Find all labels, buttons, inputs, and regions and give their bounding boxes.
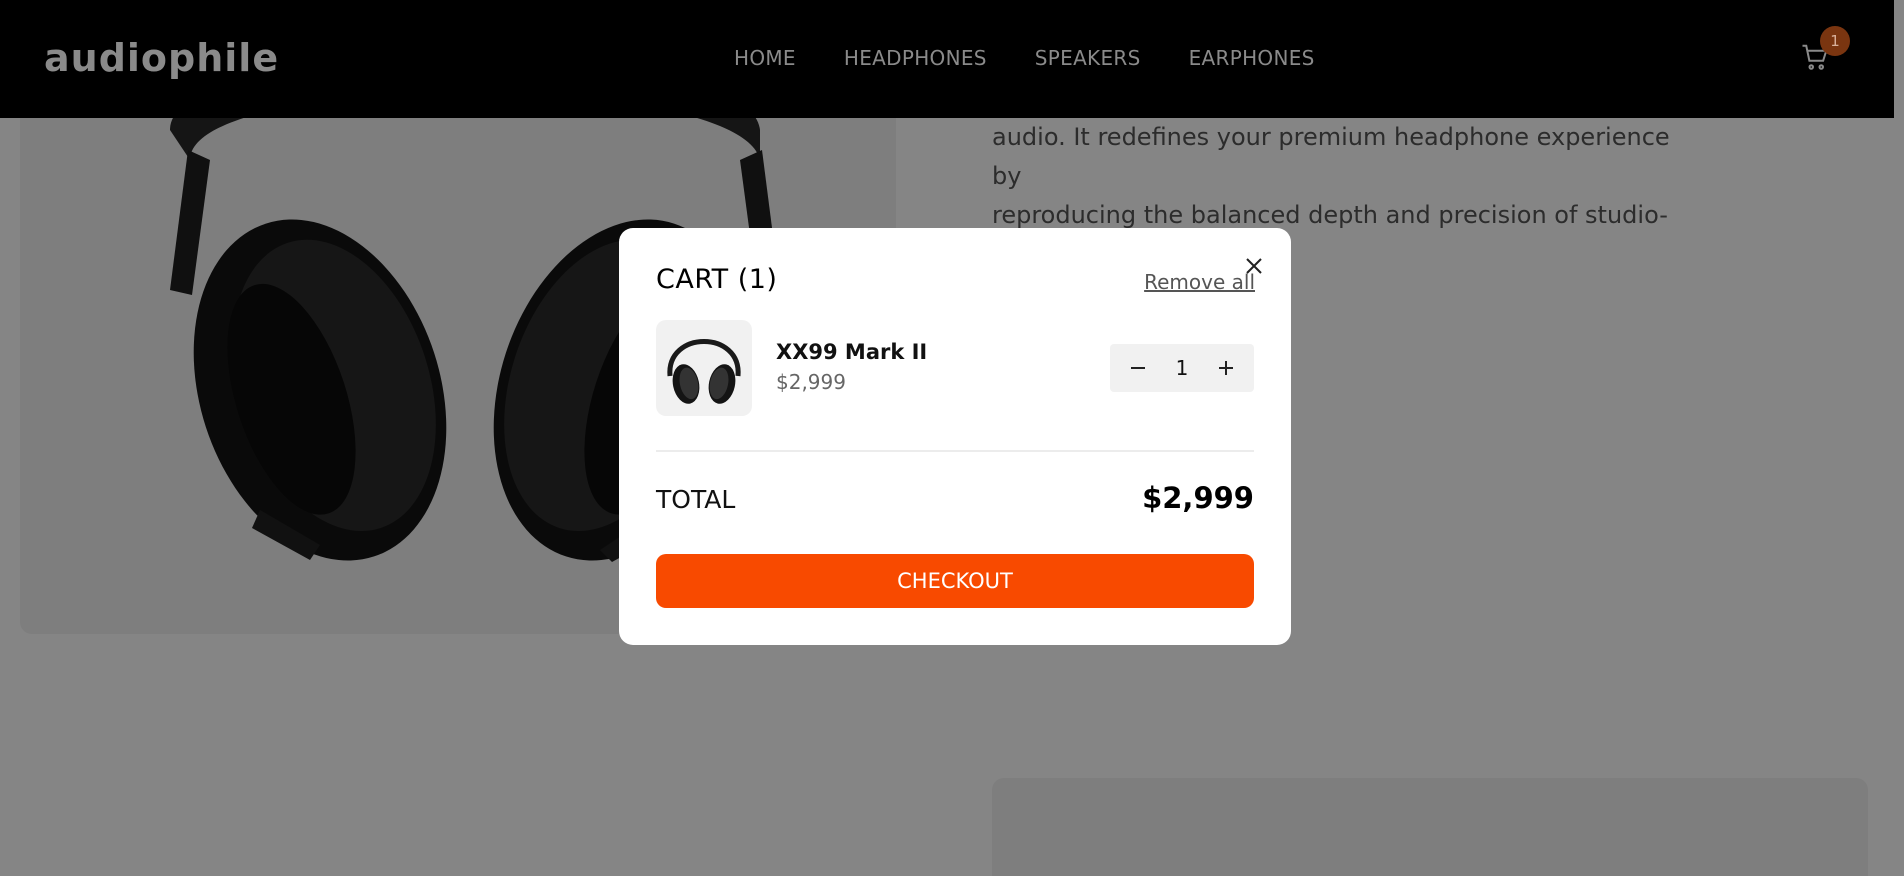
cart-count-badge: 1 bbox=[1820, 26, 1850, 56]
cart-item-price: $2,999 bbox=[776, 370, 846, 394]
cart-item-name: XX99 Mark II bbox=[776, 340, 928, 364]
close-icon bbox=[1246, 258, 1262, 274]
nav-earphones[interactable]: EARPHONES bbox=[1189, 46, 1315, 70]
quantity-value: 1 bbox=[1175, 356, 1189, 380]
nav-home[interactable]: HOME bbox=[734, 46, 796, 70]
minus-icon bbox=[1131, 367, 1145, 369]
quantity-stepper: 1 bbox=[1110, 344, 1254, 392]
nav-headphones[interactable]: HEADPHONES bbox=[844, 46, 987, 70]
cart-item-thumbnail bbox=[656, 320, 752, 416]
headphones-thumbnail-image bbox=[667, 339, 741, 404]
total-value: $2,999 bbox=[1142, 481, 1254, 515]
remove-all-link[interactable]: Remove all bbox=[1144, 270, 1255, 294]
increase-quantity-button[interactable] bbox=[1216, 358, 1236, 378]
total-label: TOTAL bbox=[656, 485, 736, 514]
decrease-quantity-button[interactable] bbox=[1128, 358, 1148, 378]
close-button[interactable] bbox=[1244, 256, 1264, 276]
checkout-button[interactable]: CHECKOUT bbox=[656, 554, 1254, 608]
main-nav: HOME HEADPHONES SPEAKERS EARPHONES bbox=[734, 46, 1315, 70]
logo[interactable]: audiophile bbox=[44, 36, 279, 80]
cart-title: CART (1) bbox=[656, 264, 778, 295]
site-header: audiophile HOME HEADPHONES SPEAKERS EARP… bbox=[0, 0, 1894, 118]
plus-icon bbox=[1218, 361, 1233, 375]
nav-speakers[interactable]: SPEAKERS bbox=[1035, 46, 1141, 70]
divider bbox=[656, 450, 1254, 452]
cart-modal: CART (1) Remove all XX99 Mark II $2,999 bbox=[619, 228, 1291, 645]
